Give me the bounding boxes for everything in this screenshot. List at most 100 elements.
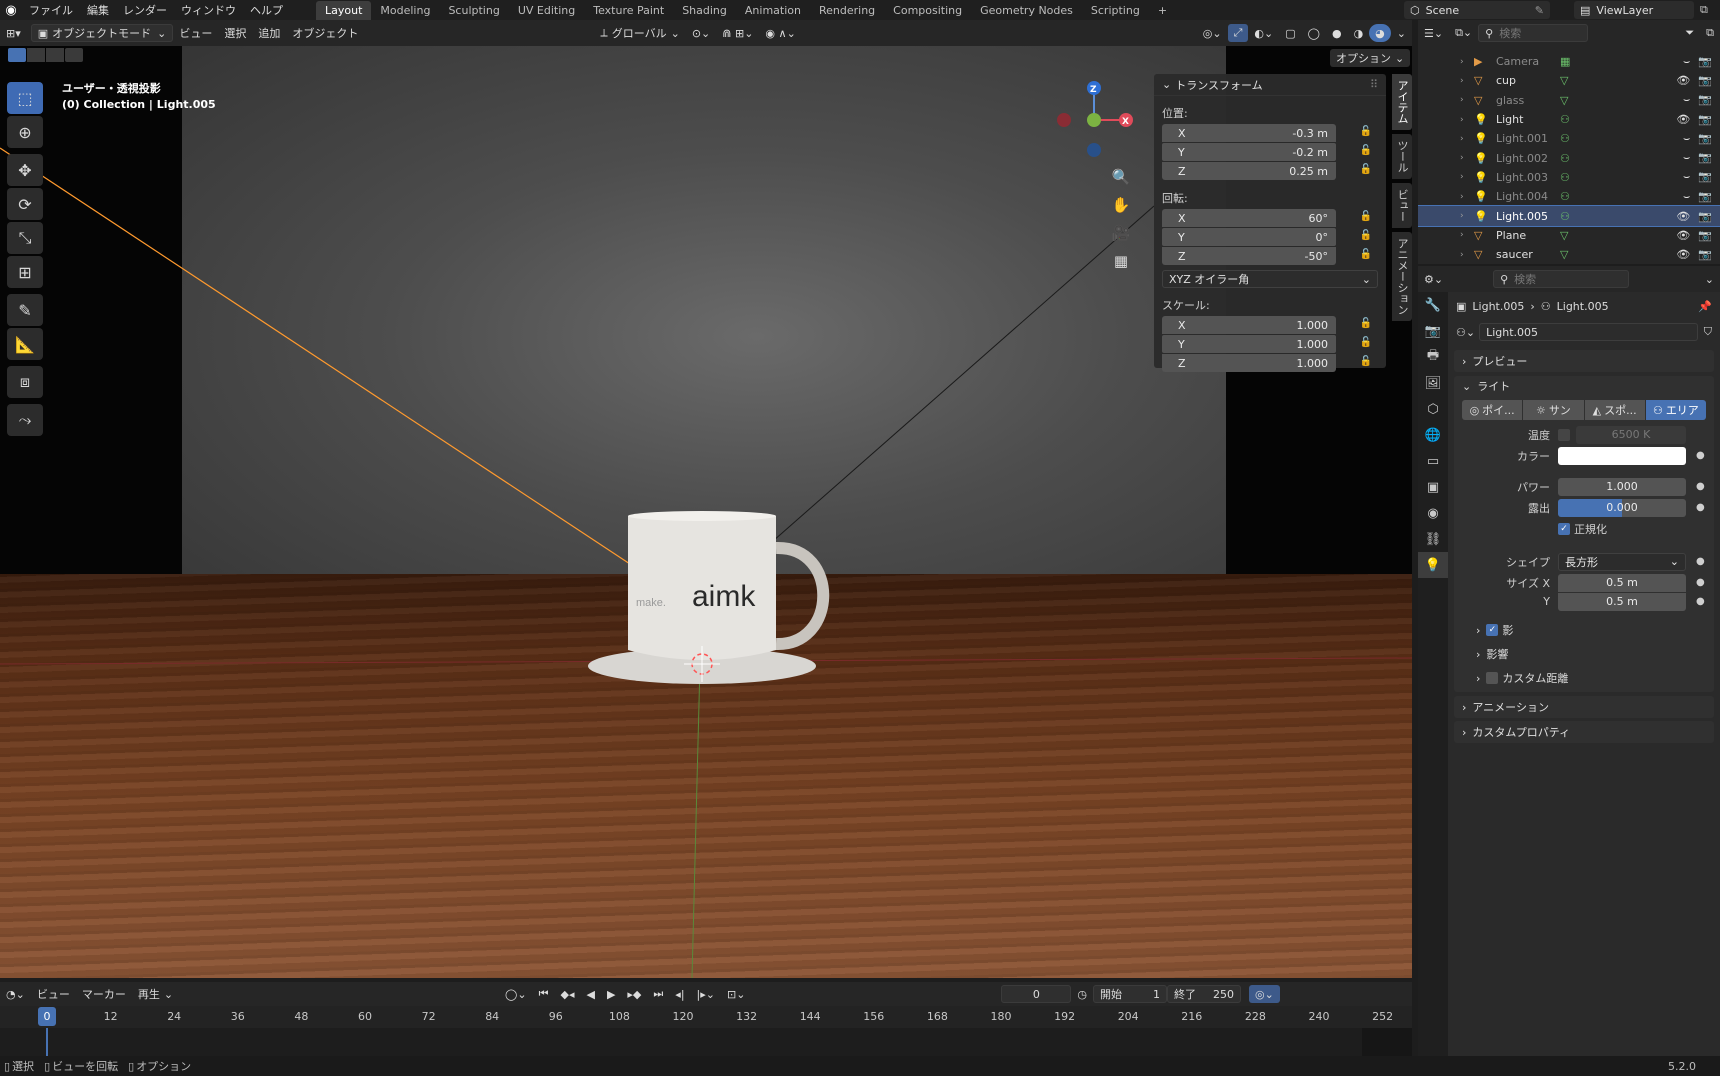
- scale-tool-icon[interactable]: ⤡: [7, 222, 43, 254]
- light-data-tab-icon[interactable]: 💡: [1418, 552, 1448, 578]
- influence-subpanel[interactable]: › 影響: [1454, 644, 1714, 664]
- timeline-menu-playback[interactable]: 再生 ⌄: [132, 985, 179, 1003]
- chevron-down-icon[interactable]: ⌄: [1699, 270, 1720, 288]
- lock-icon[interactable]: 🔓: [1360, 230, 1372, 241]
- gizmo-y-handle[interactable]: [1087, 113, 1101, 127]
- lock-icon[interactable]: 🔓: [1360, 249, 1372, 260]
- expand-arrow-icon[interactable]: ›: [1460, 172, 1474, 182]
- tab-sculpting[interactable]: Sculpting: [439, 1, 508, 20]
- eye-closed-icon[interactable]: ⌣: [1683, 93, 1690, 107]
- menu-object[interactable]: オブジェクト: [286, 24, 364, 42]
- eye-closed-icon[interactable]: ⌣: [1683, 190, 1690, 204]
- outliner-editor-icon[interactable]: ☰⌄: [1418, 24, 1449, 42]
- eye-closed-icon[interactable]: ⌣: [1683, 151, 1690, 165]
- outliner-search[interactable]: ⚲ 検索: [1478, 24, 1589, 42]
- scene-selector[interactable]: ⬡ Scene ✎: [1404, 1, 1550, 19]
- datablock-name-field[interactable]: Light.005: [1479, 323, 1698, 341]
- properties-search[interactable]: ⚲ 検索: [1493, 270, 1630, 288]
- menu-window[interactable]: ウィンドウ: [174, 2, 243, 18]
- rotation-x-field[interactable]: X 60° 🔓: [1162, 209, 1372, 227]
- camera-render-icon[interactable]: 📷: [1698, 190, 1712, 204]
- select-subtract-icon[interactable]: [46, 48, 64, 62]
- location-z-field[interactable]: Z 0.25 m 🔓: [1162, 162, 1372, 180]
- expand-arrow-icon[interactable]: ›: [1460, 95, 1474, 105]
- visibility-icon[interactable]: ◎⌄: [1197, 24, 1228, 42]
- prev-frame-icon[interactable]: ◂|: [669, 985, 690, 1003]
- shadow-subpanel[interactable]: › ✓ 影: [1454, 620, 1714, 640]
- pivot-point-icon[interactable]: ⊙⌄: [686, 24, 716, 42]
- outliner-item-light-001[interactable]: › 💡 Light.001 ⚇ ⌣ 📷: [1418, 129, 1720, 148]
- jump-start-icon[interactable]: ⏮: [533, 985, 555, 1003]
- object-data-icon[interactable]: ⚇: [1560, 171, 1570, 184]
- rotate-tool-icon[interactable]: ⟳: [7, 188, 43, 220]
- select-new-icon[interactable]: [8, 48, 26, 62]
- light-type-area[interactable]: ⚇ エリア: [1645, 400, 1706, 420]
- shading-wireframe-icon[interactable]: ◯: [1302, 24, 1326, 42]
- camera-render-icon[interactable]: 📷: [1698, 170, 1712, 184]
- pin-icon[interactable]: 📌: [1698, 300, 1712, 313]
- camera-render-icon[interactable]: 📷: [1698, 151, 1712, 165]
- location-y-field[interactable]: Y -0.2 m 🔓: [1162, 143, 1372, 161]
- object-tab-icon[interactable]: ▣: [1418, 474, 1448, 500]
- gizmo-neg-z-handle[interactable]: [1087, 143, 1101, 157]
- shading-rendered-icon[interactable]: ◕: [1369, 24, 1391, 42]
- camera-render-icon[interactable]: 📷: [1698, 55, 1712, 69]
- play-reverse-icon[interactable]: ◀: [580, 985, 600, 1003]
- camera-render-icon[interactable]: 📷: [1698, 113, 1712, 126]
- measure-tool-icon[interactable]: 📐: [7, 328, 43, 360]
- menu-render[interactable]: レンダー: [116, 2, 174, 18]
- lock-icon[interactable]: 🔓: [1360, 318, 1372, 329]
- object-data-icon[interactable]: ▦: [1560, 55, 1570, 68]
- outliner-item-cup[interactable]: › ▽ cup ▽ 👁 📷: [1418, 71, 1720, 90]
- output-tab-icon[interactable]: 🖶: [1418, 344, 1448, 370]
- scale-y-field[interactable]: Y 1.000 🔓: [1162, 335, 1372, 353]
- constraints-tab-icon[interactable]: ⛓: [1418, 526, 1448, 552]
- camera-render-icon[interactable]: 📷: [1698, 248, 1712, 261]
- transform-panel-header[interactable]: ⌄ トランスフォーム ⠿: [1154, 74, 1386, 96]
- add-cube-tool-icon[interactable]: ⧈: [7, 366, 43, 398]
- location-x-field[interactable]: X -0.3 m 🔓: [1162, 124, 1372, 142]
- editor-type-icon[interactable]: ⊞▾: [0, 24, 27, 42]
- collection-tab-icon[interactable]: ▭: [1418, 448, 1448, 474]
- keyframe-record-icon[interactable]: ◯⌄: [499, 985, 533, 1003]
- frame-end-field[interactable]: 終了 250: [1167, 985, 1242, 1003]
- keyframe-dot-icon[interactable]: ●: [1696, 481, 1705, 492]
- move-tool-icon[interactable]: ✥: [7, 154, 43, 186]
- expand-arrow-icon[interactable]: ›: [1460, 192, 1474, 202]
- physics-tab-icon[interactable]: ◉: [1418, 500, 1448, 526]
- temperature-checkbox[interactable]: [1558, 428, 1570, 441]
- light-panel-header[interactable]: ⌄ ライト: [1454, 376, 1714, 396]
- filter-icon[interactable]: ⏷: [1679, 24, 1700, 42]
- object-data-icon[interactable]: ▽: [1560, 248, 1568, 261]
- shadow-checkbox[interactable]: ✓: [1486, 624, 1499, 636]
- lock-icon[interactable]: 🔓: [1360, 337, 1372, 348]
- tool-tab-icon[interactable]: 🔧: [1418, 292, 1448, 318]
- outliner-item-glass[interactable]: › ▽ glass ▽ ⌣ 📷: [1418, 91, 1720, 110]
- next-keyframe-icon[interactable]: ▸◆: [621, 985, 647, 1003]
- keyframe-dot-icon[interactable]: ●: [1696, 450, 1705, 461]
- prev-keyframe-icon[interactable]: ◆◂: [554, 985, 580, 1003]
- tab-geometry-nodes[interactable]: Geometry Nodes: [971, 1, 1082, 20]
- keyframe-dot-icon[interactable]: ●: [1696, 577, 1705, 588]
- size-x-field[interactable]: 0.5 m: [1558, 573, 1686, 592]
- keyframe-dot-icon[interactable]: ●: [1696, 502, 1705, 513]
- lock-icon[interactable]: 🔓: [1360, 356, 1372, 367]
- annotate-tool-icon[interactable]: ✎: [7, 294, 43, 326]
- preview-panel-header[interactable]: › プレビュー: [1454, 350, 1714, 372]
- camera-render-icon[interactable]: 📷: [1698, 210, 1712, 223]
- lock-icon[interactable]: 🔓: [1360, 145, 1372, 156]
- shape-select[interactable]: 長方形 ⌄: [1558, 552, 1686, 571]
- menu-edit[interactable]: 編集: [80, 2, 116, 18]
- tab-texture-paint[interactable]: Texture Paint: [584, 1, 673, 20]
- select-invert-icon[interactable]: [65, 48, 83, 62]
- outliner-item-plane[interactable]: › ▽ Plane ▽ 👁 📷: [1418, 226, 1720, 245]
- eye-icon[interactable]: 👁: [1676, 229, 1690, 242]
- playhead[interactable]: 0: [38, 1007, 56, 1026]
- transform-tool-icon[interactable]: ⊞: [7, 256, 43, 288]
- ortho-grid-icon[interactable]: ▦: [1108, 248, 1134, 274]
- frame-ruler[interactable]: 0 12 24 36 48 60 72 84 96 108 120 132 144 156 168 180 1…: [0, 1006, 1412, 1028]
- view-layer-tab-icon[interactable]: 🖼: [1418, 370, 1448, 396]
- object-data-icon[interactable]: ▽: [1560, 74, 1568, 87]
- options-dropdown[interactable]: オプション ⌄: [1330, 49, 1411, 67]
- eye-closed-icon[interactable]: ⌣: [1683, 170, 1690, 184]
